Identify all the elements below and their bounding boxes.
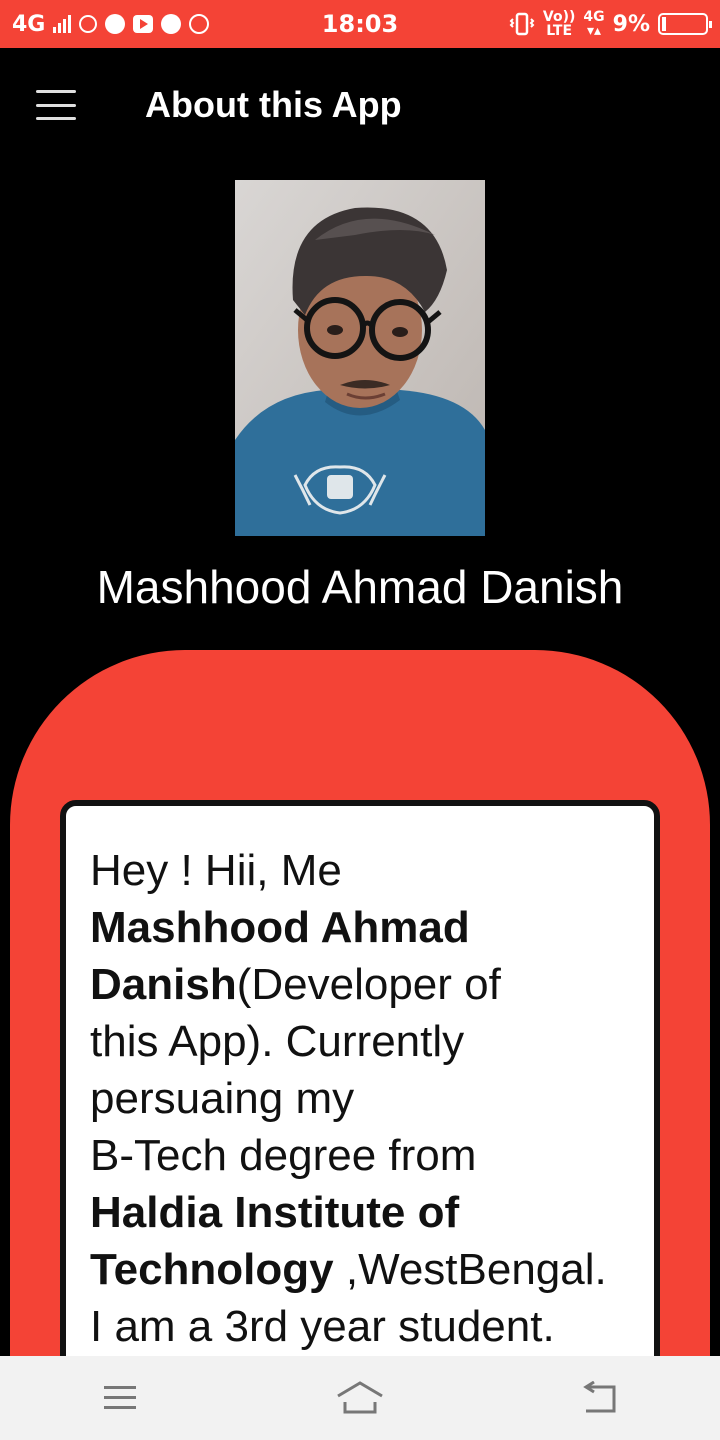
- status-right: Vo)) LTE 4G ▾▴ 9%: [509, 10, 712, 38]
- about-line-9: I am a 3rd year student.: [90, 1302, 555, 1351]
- data-indicator: 4G ▾▴: [583, 10, 604, 38]
- hotspot-icon: [79, 15, 98, 33]
- about-line-2: Mashhood Ahmad: [90, 899, 630, 956]
- battery-icon: [658, 13, 712, 35]
- status-bar: 4G 18:03 Vo)) LTE 4G ▾▴ 9%: [0, 0, 720, 48]
- vibrate-icon: [509, 12, 535, 36]
- volte-bottom: LTE: [546, 23, 573, 39]
- about-line-1: Hey ! Hii, Me: [90, 846, 342, 895]
- about-line-8: Technology ,WestBengal.: [90, 1245, 607, 1294]
- volte-indicator: Vo)) LTE: [543, 10, 575, 38]
- developer-name-bold: Mashhood Ahmad: [90, 903, 470, 952]
- developer-name: Mashhood Ahmad Danish: [96, 561, 624, 613]
- hamburger-icon[interactable]: [36, 90, 76, 120]
- compass-icon: [161, 14, 182, 34]
- about-line-3: Danish(Developer of: [90, 960, 501, 1009]
- data-arrows-icon: ▾▴: [586, 23, 602, 39]
- battery-percent: 9%: [612, 11, 650, 37]
- about-line-4: this App). Currently: [90, 1017, 465, 1066]
- message-icon: [105, 14, 126, 34]
- recent-apps-icon[interactable]: [80, 1368, 160, 1428]
- institute-name-bold-2: Technology: [90, 1245, 334, 1294]
- back-icon[interactable]: [560, 1368, 640, 1428]
- youtube-icon: [133, 15, 154, 33]
- status-left: 4G: [12, 11, 210, 37]
- network-type: 4G: [12, 11, 46, 37]
- about-card: Hey ! Hii, Me Mashhood Ahmad Danish(Deve…: [60, 800, 660, 1440]
- home-icon[interactable]: [320, 1368, 400, 1428]
- signal-icon: [53, 15, 72, 33]
- whatsapp-icon: [189, 14, 210, 34]
- about-line-5: persuaing my: [90, 1074, 355, 1123]
- navigation-bar: [0, 1356, 720, 1440]
- page-title: About this App: [145, 84, 402, 125]
- about-line-6: B-Tech degree from: [90, 1131, 477, 1180]
- developer-surname-bold: Danish: [90, 960, 237, 1009]
- institute-name-bold: Haldia Institute of: [90, 1188, 460, 1237]
- about-line-7: Haldia Institute of: [90, 1184, 630, 1241]
- app-bar: About this App: [0, 48, 720, 164]
- profile-photo: [235, 180, 485, 536]
